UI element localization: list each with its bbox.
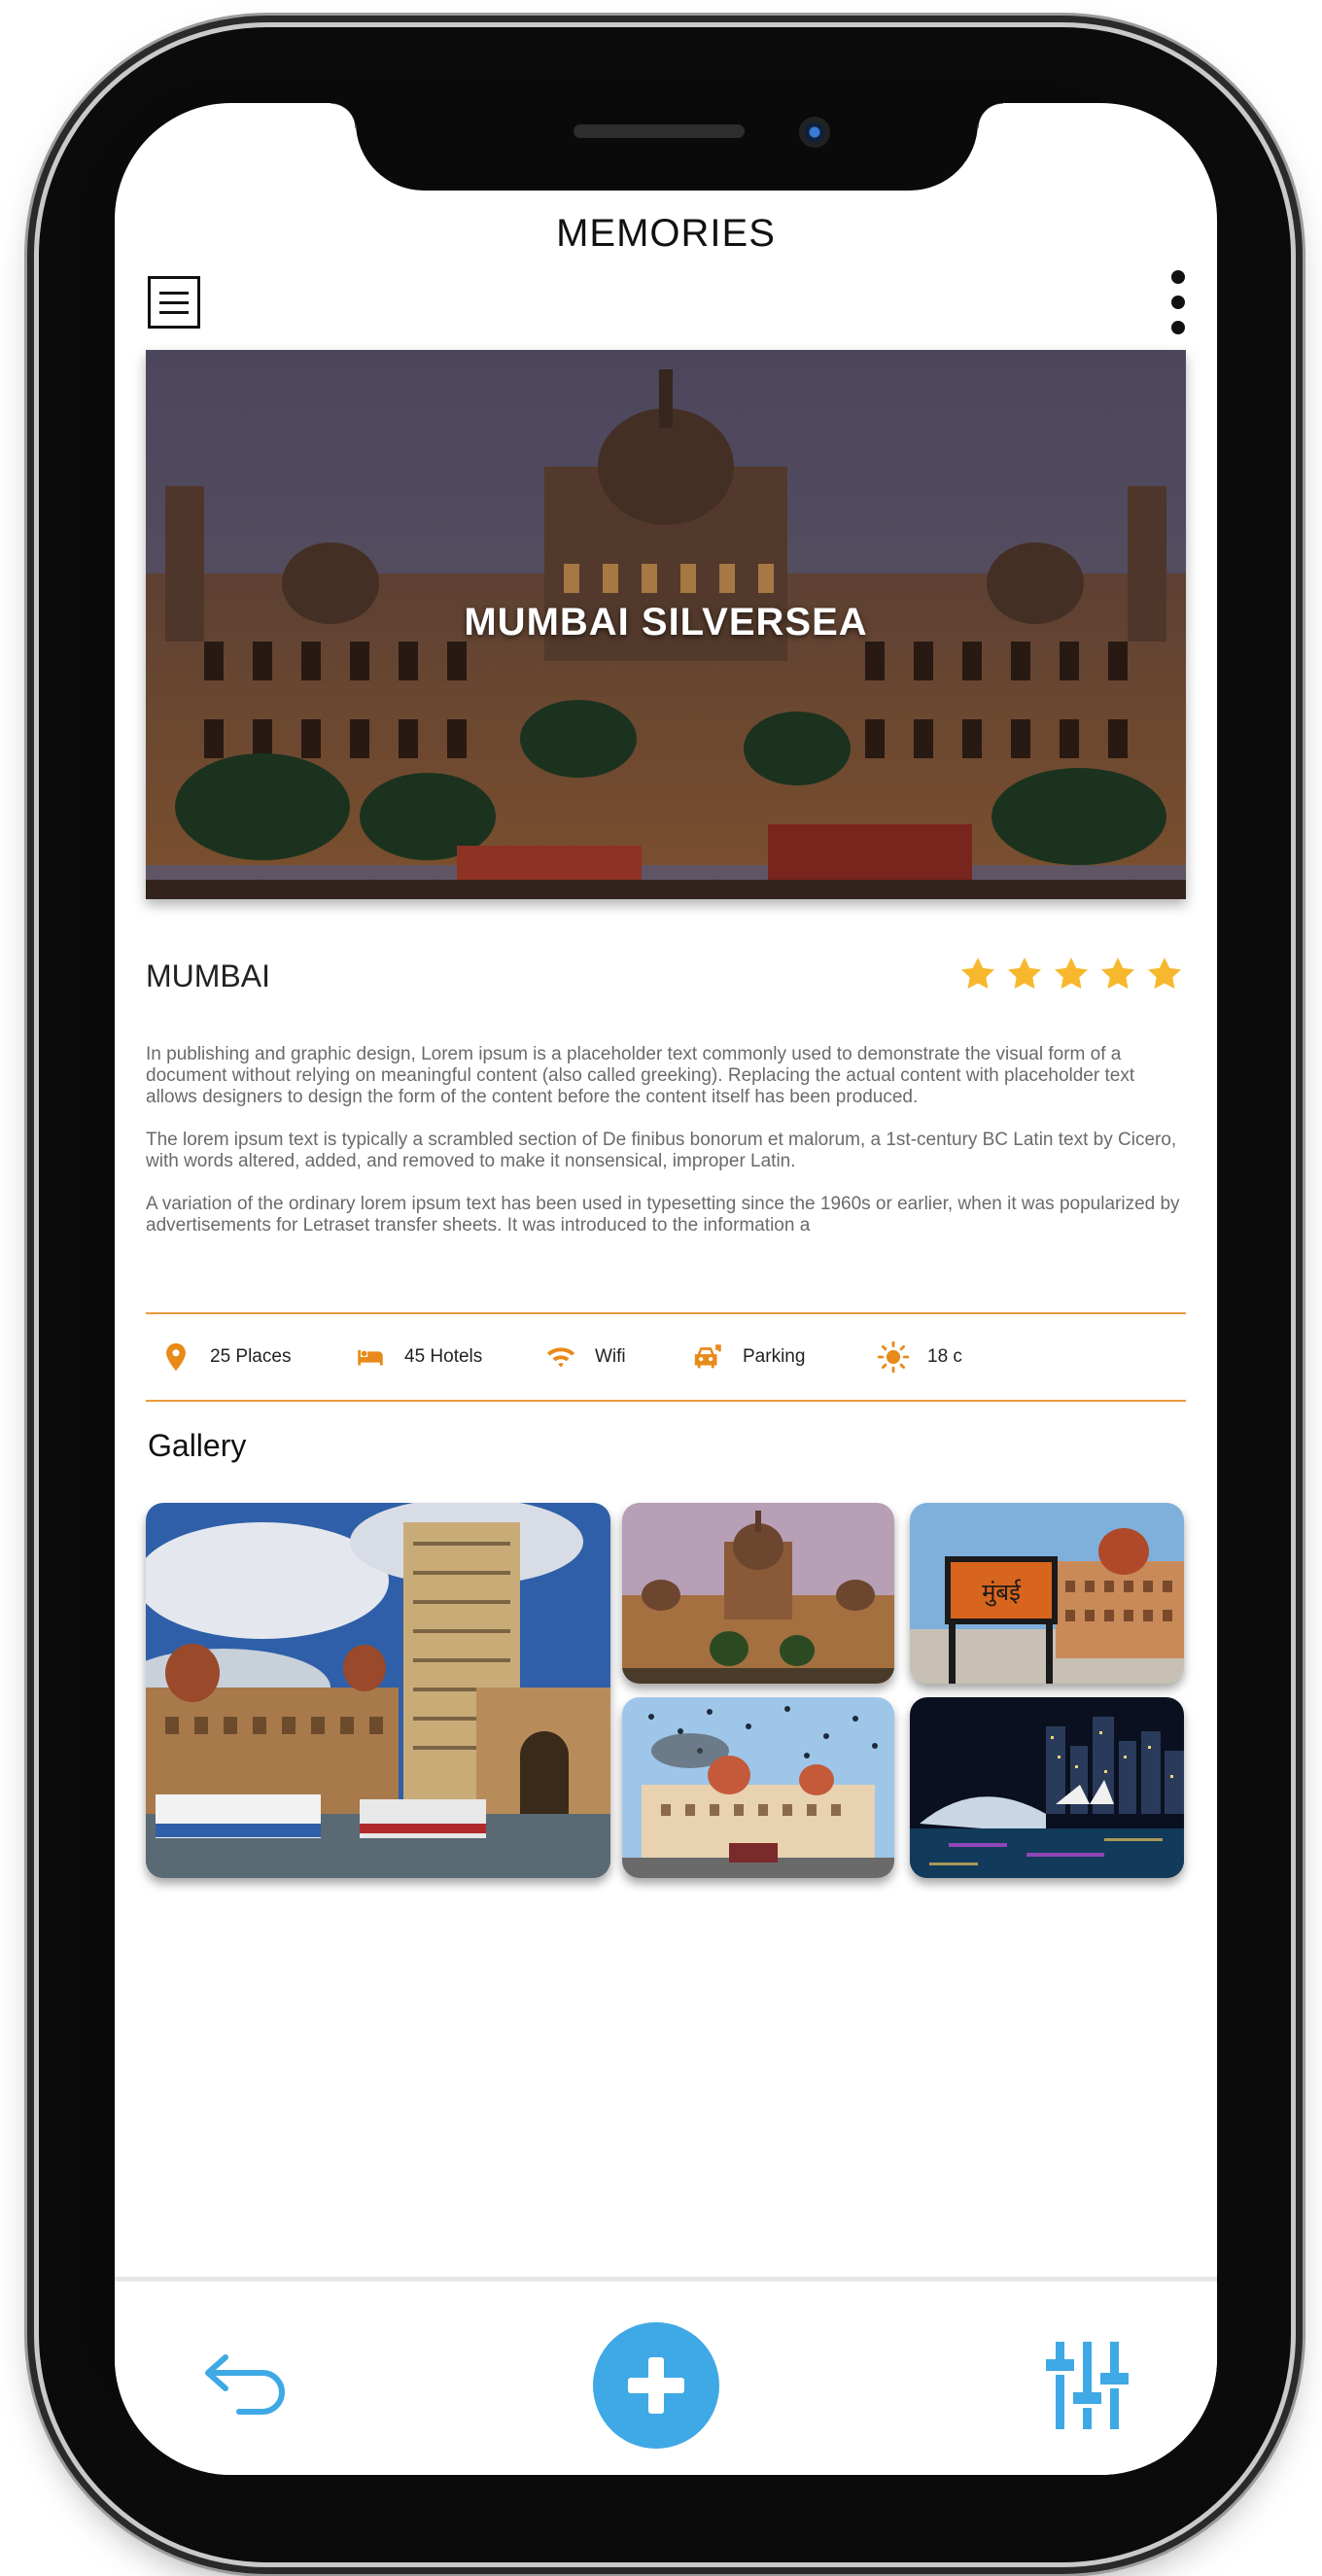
amenity-label: 45 Hotels: [404, 1346, 483, 1367]
hamburger-menu-icon[interactable]: [148, 276, 200, 329]
star-icon: [1101, 957, 1134, 990]
amenity-parking[interactable]: Parking: [692, 1314, 805, 1400]
more-options-icon[interactable]: [1168, 270, 1188, 334]
hero-banner[interactable]: MUMBAI SILVERSEA: [146, 350, 1186, 899]
rating-stars: [958, 955, 1184, 993]
description-paragraph: In publishing and graphic design, Lorem …: [146, 1044, 1135, 1107]
description-paragraph: The lorem ipsum text is typically a scra…: [146, 1130, 1177, 1171]
gallery-photo: [146, 1503, 610, 1878]
city-description: In publishing and graphic design, Lorem …: [146, 1044, 1186, 1258]
amenity-label: 18 c: [927, 1346, 962, 1367]
amenity-label: Parking: [743, 1346, 806, 1367]
hero-title: MUMBAI SILVERSEA: [464, 601, 868, 644]
amenity-places[interactable]: 25 Places: [159, 1314, 291, 1400]
gallery-image-mumbai-sign[interactable]: मुंबई: [910, 1503, 1184, 1684]
city-name: MUMBAI: [146, 958, 270, 993]
add-memory-button[interactable]: [593, 2322, 719, 2449]
location-pin-icon: [166, 1342, 186, 1372]
gallery-image-taj-hotel[interactable]: [622, 1697, 894, 1878]
notch: [330, 103, 1003, 191]
amenity-label: Wifi: [595, 1346, 626, 1367]
gallery-title: Gallery: [148, 1428, 247, 1463]
gallery-photo: [622, 1503, 894, 1684]
wifi-icon: [546, 1347, 575, 1368]
gallery-photo: [622, 1697, 894, 1878]
sun-icon: [877, 1340, 910, 1374]
sliders-icon[interactable]: [1046, 2342, 1130, 2429]
speaker-grille: [574, 124, 745, 138]
page-title: MEMORIES: [556, 212, 776, 255]
bed-icon: [358, 1349, 383, 1366]
gallery-image-gateway[interactable]: [146, 1503, 610, 1878]
star-icon: [1148, 957, 1181, 990]
sign-text: मुंबई: [982, 1579, 1022, 1607]
gallery-image-cst[interactable]: [622, 1503, 894, 1684]
amenity-temperature[interactable]: 18 c: [877, 1314, 962, 1400]
description-paragraph: A variation of the ordinary lorem ipsum …: [146, 1194, 1180, 1236]
star-icon: [1008, 957, 1041, 990]
amenity-hotels[interactable]: 45 Hotels: [354, 1314, 482, 1400]
car-icon: [694, 1344, 721, 1369]
amenity-label: 25 Places: [210, 1346, 292, 1367]
plus-icon: [628, 2357, 684, 2414]
gallery-photo: [910, 1697, 1184, 1878]
back-arrow-icon[interactable]: [202, 2348, 290, 2416]
star-icon: [1055, 957, 1088, 990]
star-icon: [961, 957, 994, 990]
amenities-bar: 25 Places 45 Hotels Wifi Parking 18 c: [146, 1312, 1186, 1402]
gallery-photo: मुंबई: [910, 1503, 1184, 1684]
phone-screen: MEMORIES MUMBAI SILVERSEA MUMBAI In publ…: [115, 103, 1217, 2475]
amenity-wifi[interactable]: Wifi: [544, 1314, 626, 1400]
front-camera: [799, 117, 830, 148]
gallery-image-night-city[interactable]: [910, 1697, 1184, 1878]
bottom-navigation: [115, 2277, 1217, 2475]
